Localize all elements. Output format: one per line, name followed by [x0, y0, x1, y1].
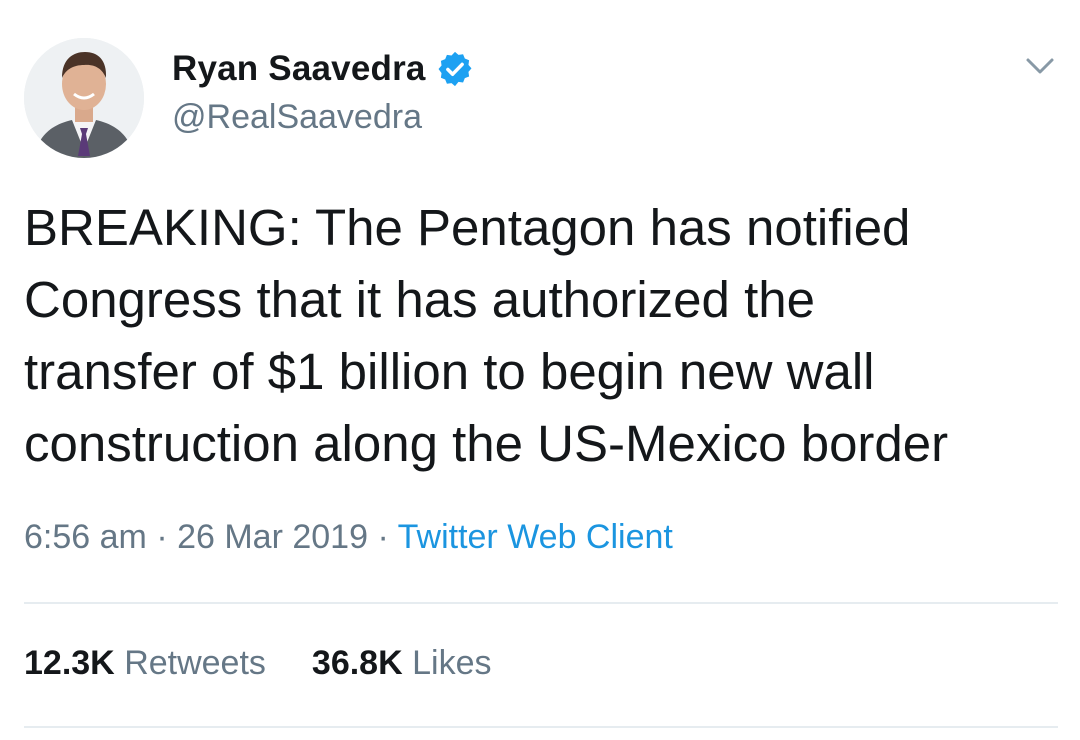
- tweet-meta: 6:56 am · 26 Mar 2019 · Twitter Web Clie…: [24, 518, 673, 557]
- tweet-stats: 12.3K Retweets 36.8K Likes: [24, 644, 537, 683]
- likes-stat[interactable]: 36.8K Likes: [312, 644, 492, 683]
- divider: [24, 726, 1058, 728]
- retweets-count: 12.3K: [24, 644, 115, 682]
- tweet-time[interactable]: 6:56 am: [24, 518, 147, 556]
- meta-separator: ·: [377, 518, 389, 556]
- tweet-card: Ryan Saavedra @RealSaavedra BREAKING: Th…: [0, 0, 1080, 740]
- tweet-text: BREAKING: The Pentagon has notified Cong…: [24, 199, 949, 472]
- likes-count: 36.8K: [311, 644, 403, 682]
- likes-label: Likes: [412, 644, 492, 682]
- meta-separator: ·: [156, 518, 168, 556]
- avatar-image: [24, 38, 144, 158]
- tweet-date[interactable]: 26 Mar 2019: [177, 518, 368, 556]
- author-display-name[interactable]: Ryan Saavedra: [172, 49, 426, 89]
- tweet-source-link[interactable]: Twitter Web Client: [398, 518, 673, 556]
- author-name-row[interactable]: Ryan Saavedra: [172, 47, 474, 91]
- retweets-stat[interactable]: 12.3K Retweets: [24, 644, 266, 683]
- author-handle[interactable]: @RealSaavedra: [172, 98, 422, 137]
- avatar[interactable]: [24, 38, 144, 158]
- chevron-down-icon[interactable]: [1024, 54, 1056, 78]
- retweets-label: Retweets: [124, 644, 266, 682]
- verified-badge-icon: [436, 50, 474, 88]
- divider: [24, 602, 1058, 604]
